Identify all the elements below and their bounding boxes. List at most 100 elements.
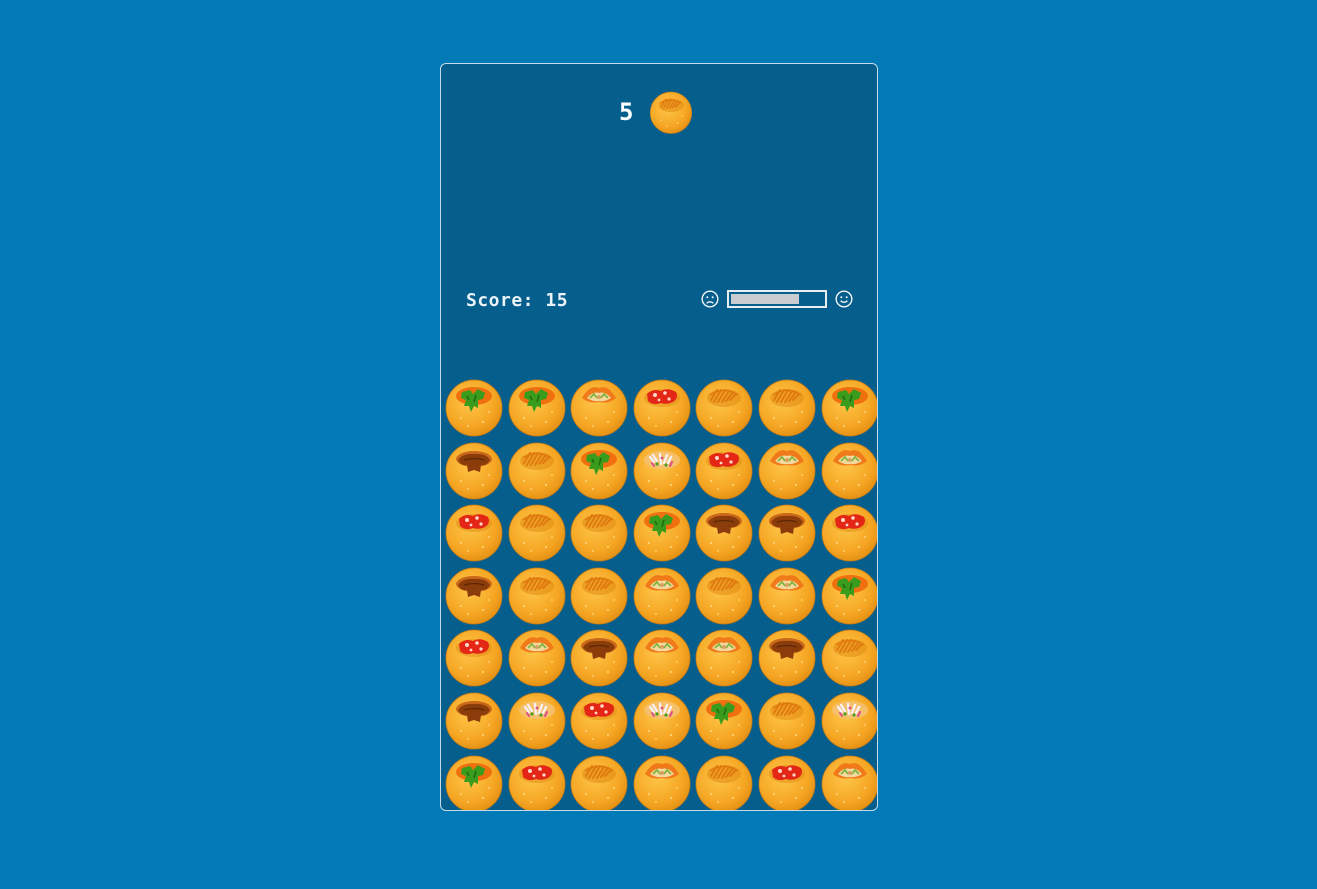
puri-sev-icon — [695, 567, 753, 625]
puri-sev-icon — [508, 504, 566, 562]
puri-masala-icon — [821, 755, 877, 810]
puri-mint[interactable] — [693, 689, 755, 751]
puri-masala[interactable] — [631, 626, 693, 688]
puri-masala-icon — [633, 567, 691, 625]
puri-mint[interactable] — [443, 376, 505, 438]
puri-sev-icon — [758, 379, 816, 437]
puri-sev[interactable] — [693, 752, 755, 810]
puri-chili-icon — [758, 755, 816, 810]
puri-grid — [443, 376, 877, 810]
order-count: 5 — [619, 98, 635, 126]
puri-masala[interactable] — [756, 439, 818, 501]
puri-sev[interactable] — [756, 376, 818, 438]
mood-bar-fill — [731, 294, 800, 304]
puri-sev-icon — [570, 504, 628, 562]
puri-tamarind-icon — [445, 567, 503, 625]
puri-sev-icon — [570, 755, 628, 810]
puri-onion[interactable] — [631, 689, 693, 751]
puri-mint-icon — [821, 567, 877, 625]
puri-tamarind-icon — [570, 629, 628, 687]
puri-mint[interactable] — [819, 376, 877, 438]
puri-mint-icon — [445, 379, 503, 437]
puri-mint-icon — [445, 755, 503, 810]
puri-masala[interactable] — [693, 626, 755, 688]
puri-masala-icon — [758, 442, 816, 500]
puri-chili-icon — [695, 442, 753, 500]
puri-tamarind[interactable] — [756, 501, 818, 563]
puri-sev[interactable] — [506, 501, 568, 563]
puri-mint[interactable] — [443, 752, 505, 810]
puri-masala-icon — [821, 442, 877, 500]
game-panel: 5 Score: 15 — [440, 63, 878, 811]
puri-tamarind[interactable] — [443, 564, 505, 626]
puri-sev-icon — [508, 442, 566, 500]
puri-chili[interactable] — [819, 501, 877, 563]
puri-sev[interactable] — [693, 564, 755, 626]
puri-masala-icon — [633, 629, 691, 687]
puri-chili[interactable] — [693, 439, 755, 501]
puri-chili-icon — [508, 755, 566, 810]
puri-masala-icon — [633, 755, 691, 810]
puri-chili-icon — [633, 379, 691, 437]
puri-onion[interactable] — [819, 689, 877, 751]
puri-onion[interactable] — [631, 439, 693, 501]
puri-onion[interactable] — [506, 689, 568, 751]
puri-masala[interactable] — [819, 752, 877, 810]
order-puri-icon — [650, 91, 693, 134]
puri-sev-icon — [508, 567, 566, 625]
puri-sev[interactable] — [568, 752, 630, 810]
puri-tamarind-icon — [445, 442, 503, 500]
puri-tamarind[interactable] — [568, 626, 630, 688]
puri-tamarind[interactable] — [693, 501, 755, 563]
puri-masala-icon — [695, 629, 753, 687]
puri-tamarind[interactable] — [443, 439, 505, 501]
sad-face-icon — [701, 290, 719, 308]
puri-masala-icon — [758, 567, 816, 625]
happy-face-icon — [835, 290, 853, 308]
puri-onion-icon — [633, 442, 691, 500]
puri-masala[interactable] — [819, 439, 877, 501]
puri-mint-icon — [508, 379, 566, 437]
puri-chili[interactable] — [443, 626, 505, 688]
puri-mint[interactable] — [506, 376, 568, 438]
puri-sev[interactable] — [756, 689, 818, 751]
puri-tamarind[interactable] — [443, 689, 505, 751]
puri-chili[interactable] — [506, 752, 568, 810]
puri-sev[interactable] — [819, 626, 877, 688]
puri-masala-icon — [570, 379, 628, 437]
puri-chili[interactable] — [443, 501, 505, 563]
puri-chili[interactable] — [756, 752, 818, 810]
puri-onion-icon — [508, 692, 566, 750]
puri-masala[interactable] — [756, 564, 818, 626]
puri-chili-icon — [821, 504, 877, 562]
puri-masala[interactable] — [506, 626, 568, 688]
puri-mint-icon — [570, 442, 628, 500]
puri-chili[interactable] — [631, 376, 693, 438]
puri-masala[interactable] — [631, 564, 693, 626]
puri-tamarind-icon — [758, 629, 816, 687]
puri-sev[interactable] — [693, 376, 755, 438]
puri-masala[interactable] — [631, 752, 693, 810]
puri-onion-icon — [821, 692, 877, 750]
puri-sev[interactable] — [506, 564, 568, 626]
puri-mint-icon — [821, 379, 877, 437]
puri-onion-icon — [633, 692, 691, 750]
puri-tamarind-icon — [758, 504, 816, 562]
puri-tamarind[interactable] — [756, 626, 818, 688]
puri-tamarind-icon — [445, 692, 503, 750]
puri-chili-icon — [570, 692, 628, 750]
puri-chili-icon — [445, 504, 503, 562]
puri-mint[interactable] — [568, 439, 630, 501]
mood-meter — [701, 290, 853, 308]
puri-chili[interactable] — [568, 689, 630, 751]
score-label: Score: 15 — [466, 290, 569, 311]
puri-sev[interactable] — [568, 564, 630, 626]
puri-sev[interactable] — [568, 501, 630, 563]
puri-sev-icon — [695, 379, 753, 437]
puri-sev-icon — [695, 755, 753, 810]
puri-chili-icon — [445, 629, 503, 687]
puri-mint[interactable] — [631, 501, 693, 563]
puri-sev[interactable] — [506, 439, 568, 501]
puri-mint[interactable] — [819, 564, 877, 626]
puri-masala[interactable] — [568, 376, 630, 438]
